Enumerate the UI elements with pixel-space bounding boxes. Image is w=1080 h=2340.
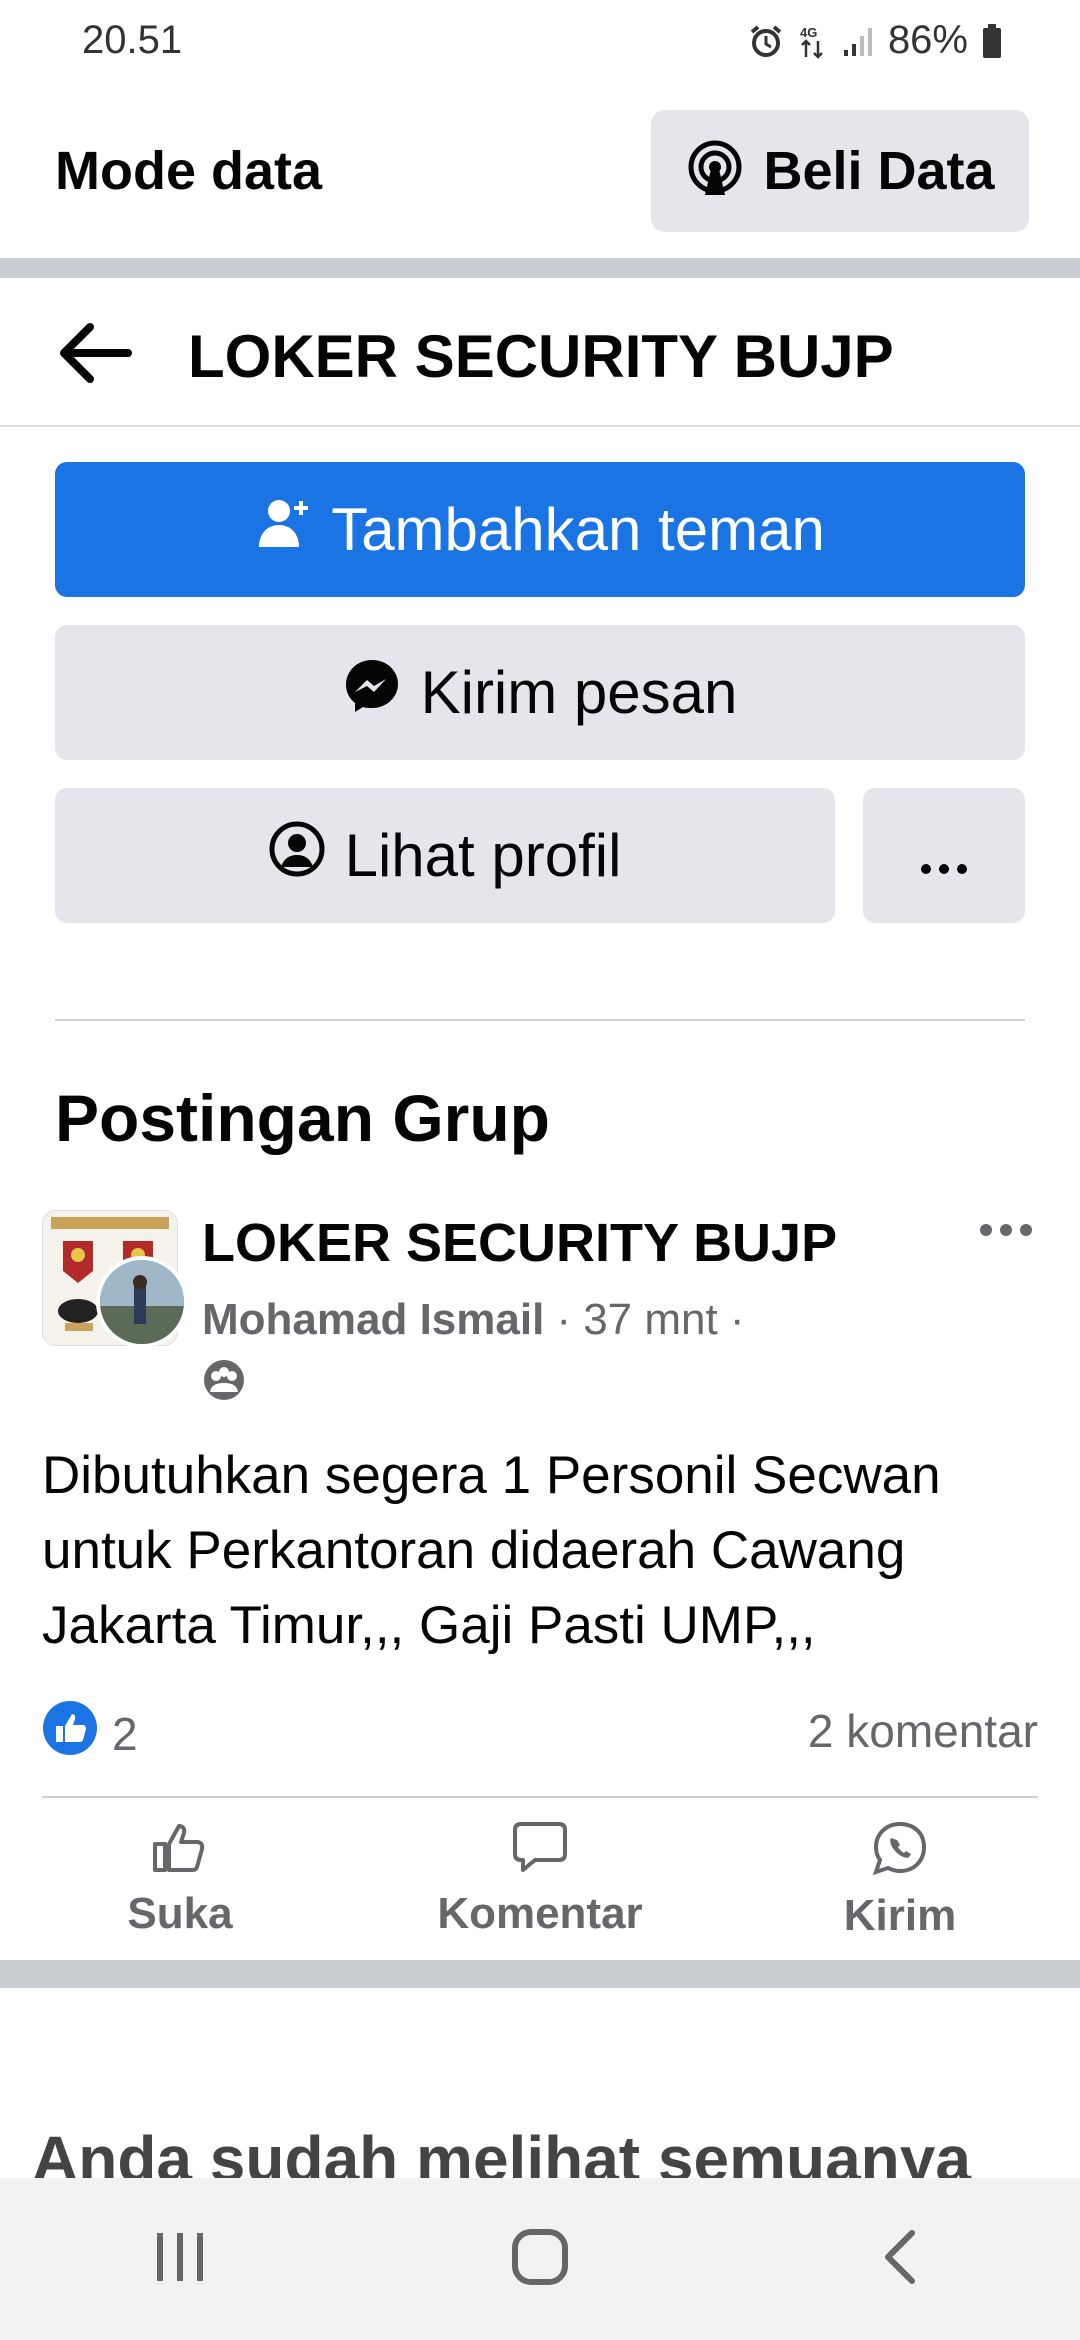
home-icon [510, 2227, 570, 2292]
section-title: Postingan Grup [55, 1081, 550, 1155]
view-profile-label: Lihat profil [344, 822, 622, 889]
post-divider [42, 1796, 1038, 1798]
send-message-button[interactable]: Kirim pesan [55, 625, 1025, 760]
view-profile-button[interactable]: Lihat profil [55, 788, 835, 923]
recent-apps-icon [153, 2229, 207, 2290]
add-friend-button[interactable]: Tambahkan teman [55, 462, 1025, 597]
add-friend-label: Tambahkan teman [331, 496, 825, 563]
comment-count[interactable]: 2 komentar [808, 1704, 1038, 1758]
like-icon [151, 1820, 209, 1885]
page-title: LOKER SECURITY BUJP [188, 323, 894, 390]
post-meta: Mohamad Ismail · 37 mnt · [202, 1295, 745, 1345]
like-button[interactable]: Suka [50, 1820, 310, 1939]
battery-percent: 86% [887, 18, 968, 62]
nav-back-button[interactable] [800, 2209, 1000, 2309]
recent-apps-button[interactable] [80, 2209, 280, 2309]
nav-back-icon [880, 2227, 920, 2292]
more-icon [919, 821, 969, 890]
like-label: Suka [127, 1889, 233, 1938]
profile-icon [269, 821, 325, 891]
add-person-icon [255, 495, 311, 565]
whatsapp-icon [871, 1820, 929, 1887]
section-separator-bottom [0, 1960, 1080, 1988]
signal-icon [842, 24, 874, 58]
post-group-name[interactable]: LOKER SECURITY BUJP [202, 1212, 837, 1274]
comment-icon [511, 1820, 569, 1885]
status-time: 20.51 [82, 18, 183, 62]
home-button[interactable] [440, 2209, 640, 2309]
comment-button[interactable]: Komentar [410, 1820, 670, 1939]
author-avatar[interactable] [96, 1256, 188, 1348]
back-button[interactable] [50, 315, 138, 395]
header-divider [0, 425, 1080, 427]
post-author[interactable]: Mohamad Ismail [202, 1295, 544, 1345]
data-mode-title: Mode data [55, 141, 323, 201]
post-time: · 37 mnt · [556, 1295, 745, 1344]
group-icon [202, 1358, 246, 1407]
reaction-summary[interactable]: 2 [42, 1700, 138, 1767]
status-icons: 4G 86% [748, 18, 1002, 63]
network-4g-icon: 4G [798, 23, 828, 59]
send-message-label: Kirim pesan [420, 659, 738, 726]
more-options-button[interactable] [863, 788, 1025, 923]
section-separator [0, 258, 1080, 278]
hotspot-icon [685, 139, 745, 204]
buy-data-label: Beli Data [763, 141, 995, 201]
like-reaction-icon [42, 1700, 98, 1767]
alarm-icon [748, 23, 784, 59]
send-button[interactable]: Kirim [770, 1820, 1030, 1941]
post-text: Dibutuhkan segera 1 Personil Secwan untu… [42, 1446, 941, 1655]
like-count: 2 [112, 1707, 138, 1760]
comment-label: Komentar [437, 1889, 643, 1938]
divider [55, 1019, 1025, 1021]
system-nav-bar [0, 2178, 1080, 2340]
post-more-icon[interactable] [978, 1222, 1034, 1243]
svg-text:4G: 4G [800, 25, 817, 40]
back-arrow-icon [56, 321, 132, 390]
messenger-icon [343, 657, 401, 729]
send-label: Kirim [843, 1891, 957, 1940]
buy-data-button[interactable]: Beli Data [651, 110, 1029, 232]
battery-icon [982, 23, 1002, 58]
